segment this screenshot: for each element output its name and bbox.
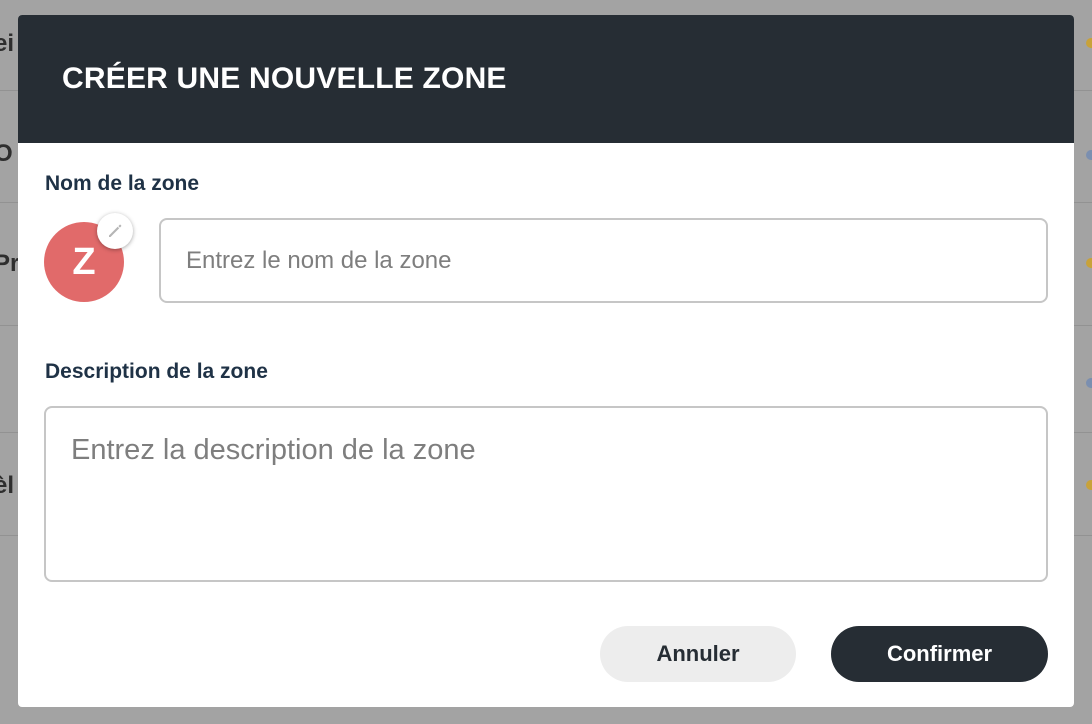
confirm-button[interactable]: Confirmer (831, 626, 1048, 682)
zone-description-label: Description de la zone (45, 360, 268, 383)
dialog-header: CRÉER UNE NOUVELLE ZONE (18, 15, 1074, 143)
zone-name-label: Nom de la zone (45, 172, 200, 195)
zone-description-input[interactable] (44, 406, 1048, 582)
create-zone-dialog: CRÉER UNE NOUVELLE ZONE Nom de la zone Z… (18, 15, 1074, 707)
bg-status-dot (1086, 480, 1092, 490)
dialog-title: CRÉER UNE NOUVELLE ZONE (62, 62, 507, 95)
bg-row-label: èl (0, 472, 15, 499)
pencil-icon (109, 224, 122, 237)
bg-row-label: ei (0, 30, 15, 57)
bg-status-dot (1086, 378, 1092, 388)
bg-status-dot (1086, 150, 1092, 160)
zone-name-input[interactable] (159, 218, 1048, 303)
bg-status-dot (1086, 258, 1092, 268)
cancel-button[interactable]: Annuler (600, 626, 796, 682)
avatar-letter: Z (72, 240, 96, 283)
bg-status-dot (1086, 38, 1092, 48)
bg-row-label: O (0, 140, 13, 167)
bg-row-label: Pr (0, 250, 20, 277)
edit-avatar-button[interactable] (97, 213, 133, 249)
